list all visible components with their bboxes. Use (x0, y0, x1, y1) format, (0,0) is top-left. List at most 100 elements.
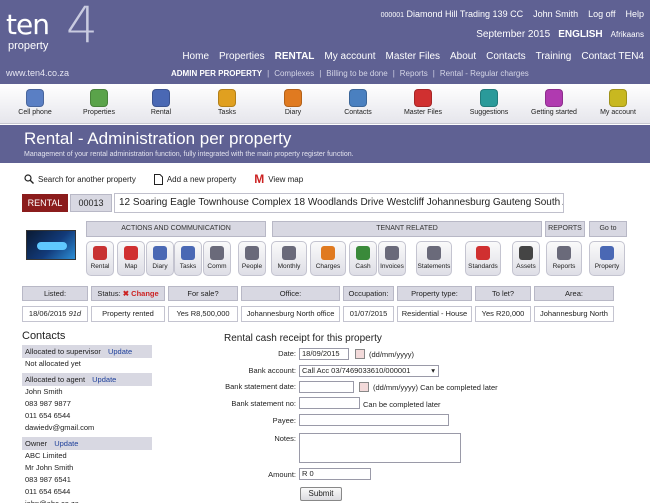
toolbar-item-2[interactable]: Rental (126, 89, 196, 116)
icon-button-1[interactable]: Map (117, 241, 145, 276)
toolbar-label: Rental (150, 109, 172, 116)
icon-button-label: Statements (417, 263, 451, 270)
icon-button-3[interactable]: Tasks (174, 241, 202, 276)
icon-button-label: Monthly (277, 263, 301, 270)
date-language-bar: September 2015 ENGLISH Afrikaans (476, 29, 644, 40)
supervisor-update-link[interactable]: Update (108, 347, 132, 356)
toolbar-item-4[interactable]: Diary (258, 89, 328, 116)
company-name: Diamond Hill Trading 139 CC (406, 9, 524, 19)
main-nav: Home Properties RENTAL My account Master Fil… (182, 51, 644, 62)
icon-button-13[interactable]: Reports (546, 241, 582, 276)
add-property-link[interactable]: Add a new property (153, 173, 236, 185)
help-link[interactable]: Help (625, 9, 644, 19)
page-description: Management of your rental administration… (24, 151, 354, 158)
nav-item-1[interactable]: Properties (219, 51, 265, 62)
nav-item-3[interactable]: My account (324, 51, 375, 62)
section-reports: REPORTS (545, 221, 585, 237)
toolbar-item-1[interactable]: Properties (64, 89, 134, 116)
language-afrikaans-link[interactable]: Afrikaans (611, 30, 644, 39)
nav-item-0[interactable]: Home (182, 51, 209, 62)
bank-account-value: Call Acc 03/7469033610/000001 (302, 366, 411, 375)
icon-button-6[interactable]: Monthly (271, 241, 307, 276)
amount-input[interactable]: R 0 (299, 468, 371, 480)
notes-textarea[interactable] (299, 433, 461, 463)
icon-button-label: Comm (207, 263, 227, 270)
contact-line: Mr John Smith (25, 463, 74, 472)
language-current: ENGLISH (558, 29, 603, 40)
subnav-item-4[interactable]: Billing to be done (326, 69, 387, 78)
toolbar-item-9[interactable]: My account (583, 89, 650, 116)
icon-button-9[interactable]: Invoices (378, 241, 406, 276)
statement-no-label: Bank statement no: (231, 399, 296, 408)
notes-label: Notes: (274, 434, 296, 443)
contact-line: dawiedv@gmail.com (25, 423, 95, 432)
chevron-down-icon: ▾ (431, 366, 435, 375)
ten4-logo[interactable]: ten 4 property (6, 0, 102, 56)
date-hint: (dd/mm/yyyy) (369, 350, 414, 359)
user-bar: 000001 Diamond Hill Trading 139 CC John … (381, 9, 644, 19)
icon-button-10[interactable]: Statements (416, 241, 452, 276)
status-change-link[interactable]: ✖ Change (123, 289, 159, 298)
icon-button-0[interactable]: Rental (86, 241, 114, 276)
icon-button-11[interactable]: Standards (465, 241, 501, 276)
logoff-link[interactable]: Log off (588, 9, 615, 19)
nav-item-4[interactable]: Master Files (386, 51, 440, 62)
subnav-item-2[interactable]: Complexes (274, 69, 314, 78)
nav-item-2[interactable]: RENTAL (275, 51, 315, 62)
user-name: John Smith (533, 9, 579, 19)
nav-item-8[interactable]: Contact TEN4 (581, 51, 644, 62)
pin-icon (218, 89, 236, 107)
subnav-item-8[interactable]: Rental - Regular charges (440, 69, 529, 78)
icon-button-4[interactable]: Comm (203, 241, 231, 276)
statement-no-input[interactable] (299, 397, 360, 409)
toolbar-item-0[interactable]: Cell phone (0, 89, 70, 116)
icon-button-7[interactable]: Charges (310, 241, 346, 276)
office-header: Office: (241, 286, 340, 301)
icon-button-label: Reports (552, 263, 576, 270)
bank-account-select[interactable]: Call Acc 03/7469033610/000001 ▾ (299, 365, 439, 377)
icon-button-2[interactable]: Diary (146, 241, 174, 276)
nav-item-5[interactable]: About (450, 51, 476, 62)
agent-label: Allocated to agent (25, 375, 86, 384)
search-property-link[interactable]: Search for another property (24, 174, 136, 184)
owner-update-link[interactable]: Update (54, 439, 78, 448)
rental-tag: RENTAL (22, 194, 68, 212)
toolbar-item-6[interactable]: Master Files (388, 89, 458, 116)
icon-button-12[interactable]: Assets (512, 241, 540, 276)
form-title: Rental cash receipt for this property (224, 333, 382, 344)
subnav-item-0[interactable]: ADMIN PER PROPERTY (171, 69, 262, 78)
contact-line: 083 987 6541 (25, 475, 71, 484)
submit-button[interactable]: Submit (300, 487, 342, 501)
icon-button-14[interactable]: Property (589, 241, 625, 276)
agent-update-link[interactable]: Update (92, 375, 116, 384)
status-change-label: Change (131, 289, 159, 298)
calendar-icon[interactable] (359, 382, 369, 392)
payee-input[interactable] (299, 414, 449, 426)
icon-button-label: Diary (152, 263, 168, 270)
agent-group: Allocated to agent Update (22, 373, 152, 386)
icon-button-label: Property (594, 263, 620, 270)
view-map-label: View map (268, 174, 304, 184)
property-type-value: Residential - House (397, 306, 472, 322)
calendar-icon[interactable] (355, 349, 365, 359)
search-icon (24, 174, 34, 184)
office-value: Johannesburg North office (241, 306, 340, 322)
status-value: Property rented (91, 306, 165, 322)
toolbar-item-3[interactable]: Tasks (192, 89, 262, 116)
date-input[interactable]: 18/09/2015 (299, 348, 349, 360)
toolbar-item-8[interactable]: Getting started (519, 89, 589, 116)
nav-item-6[interactable]: Contacts (486, 51, 525, 62)
icon-button-5[interactable]: People (238, 241, 266, 276)
nav-item-7[interactable]: Training (536, 51, 572, 62)
statement-date-input[interactable] (299, 381, 354, 393)
toolbar-label: My account (600, 109, 636, 116)
toolbar-item-7[interactable]: Suggestions (454, 89, 524, 116)
property-thumbnail[interactable] (26, 230, 76, 260)
toolbar-label: Getting started (531, 109, 577, 116)
contact-line: john@abc.co.za (22, 498, 152, 503)
toolbar-item-5[interactable]: Contacts (323, 89, 393, 116)
icon-button-8[interactable]: Cash (349, 241, 377, 276)
view-map-link[interactable]: M View map (254, 172, 303, 186)
subnav-item-6[interactable]: Reports (400, 69, 428, 78)
contacts-title: Contacts (22, 330, 66, 342)
